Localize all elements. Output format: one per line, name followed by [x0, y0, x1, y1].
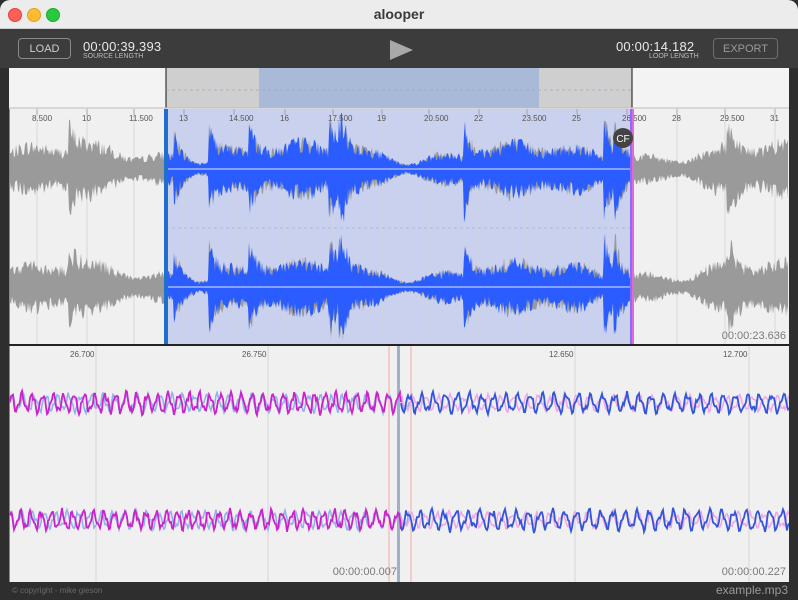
splice-point-marker[interactable]	[397, 346, 400, 582]
detail-time-right: 00:00:00.227	[722, 566, 786, 578]
title-bar: alooper	[0, 0, 798, 29]
overview-panel: 8.500 10 11.500 13 14.500 16 17.500 19 20.500 22 2…	[8, 68, 789, 345]
overview-tick-label: 14.500	[229, 114, 254, 123]
filename-label: example.mp3	[715, 583, 788, 597]
detail-tick-label: 12.700	[723, 350, 748, 359]
overview-time-readout: 00:00:23.636	[722, 330, 786, 342]
overview-tick-label: 20.500	[424, 114, 449, 123]
loop-range-thumb[interactable]	[259, 68, 539, 108]
loop-start-marker[interactable]	[164, 109, 168, 345]
overview-tick-label: 28	[672, 114, 681, 123]
loop-length-caption: LOOP LENGTH	[649, 53, 699, 60]
detail-canvas[interactable]: 26.700 26.750 12.650 12.700 00:00:00.007 00…	[8, 346, 790, 582]
overview-tick-label: 8.500	[32, 114, 53, 123]
detail-tick-label: 26.700	[70, 350, 95, 359]
overview-canvas[interactable]: 8.500 10 11.500 13 14.500 16 17.500 19 20.500 22 2…	[8, 68, 789, 345]
overview-tick-label: 31	[770, 114, 779, 123]
play-icon[interactable]	[390, 40, 414, 60]
overview-tick-label: 11.500	[129, 114, 153, 123]
toolbar: LOAD 00:00:39.393 SOURCE LENGTH 00:00:14…	[0, 29, 798, 68]
overview-tick-label: 10	[82, 114, 91, 123]
detail-time-left: 00:00:00.007	[333, 566, 397, 578]
overview-tick-label: 16	[280, 114, 289, 123]
overview-tick-label: 25	[572, 114, 581, 123]
overview-tick-label: 29.500	[720, 114, 745, 123]
detail-panel: 26.700 26.750 12.650 12.700 00:00:00.007 00…	[8, 346, 790, 582]
source-length-time: 00:00:39.393	[83, 39, 162, 54]
detail-tick-label: 12.650	[549, 350, 574, 359]
overview-tick-label: 19	[377, 114, 386, 123]
overview-tick-label: 17.500	[328, 114, 353, 123]
detail-tick-label: 26.750	[242, 350, 267, 359]
crossfade-badge[interactable]: CF	[616, 134, 629, 145]
copyright-text: © copyright - mike gieson	[12, 586, 103, 595]
export-button[interactable]: EXPORT	[713, 38, 778, 59]
overview-tick-label: 23.500	[522, 114, 547, 123]
source-length-caption: SOURCE LENGTH	[83, 53, 144, 60]
status-bar: © copyright - mike gieson example.mp3	[0, 582, 798, 600]
window-title: alooper	[373, 6, 425, 22]
overview-tick-label: 22	[474, 114, 483, 123]
overview-tick-label: 13	[179, 114, 188, 123]
load-button[interactable]: LOAD	[18, 38, 71, 59]
loop-length-time: 00:00:14.182	[616, 39, 695, 54]
overview-tick-label: 26.500	[622, 114, 647, 123]
